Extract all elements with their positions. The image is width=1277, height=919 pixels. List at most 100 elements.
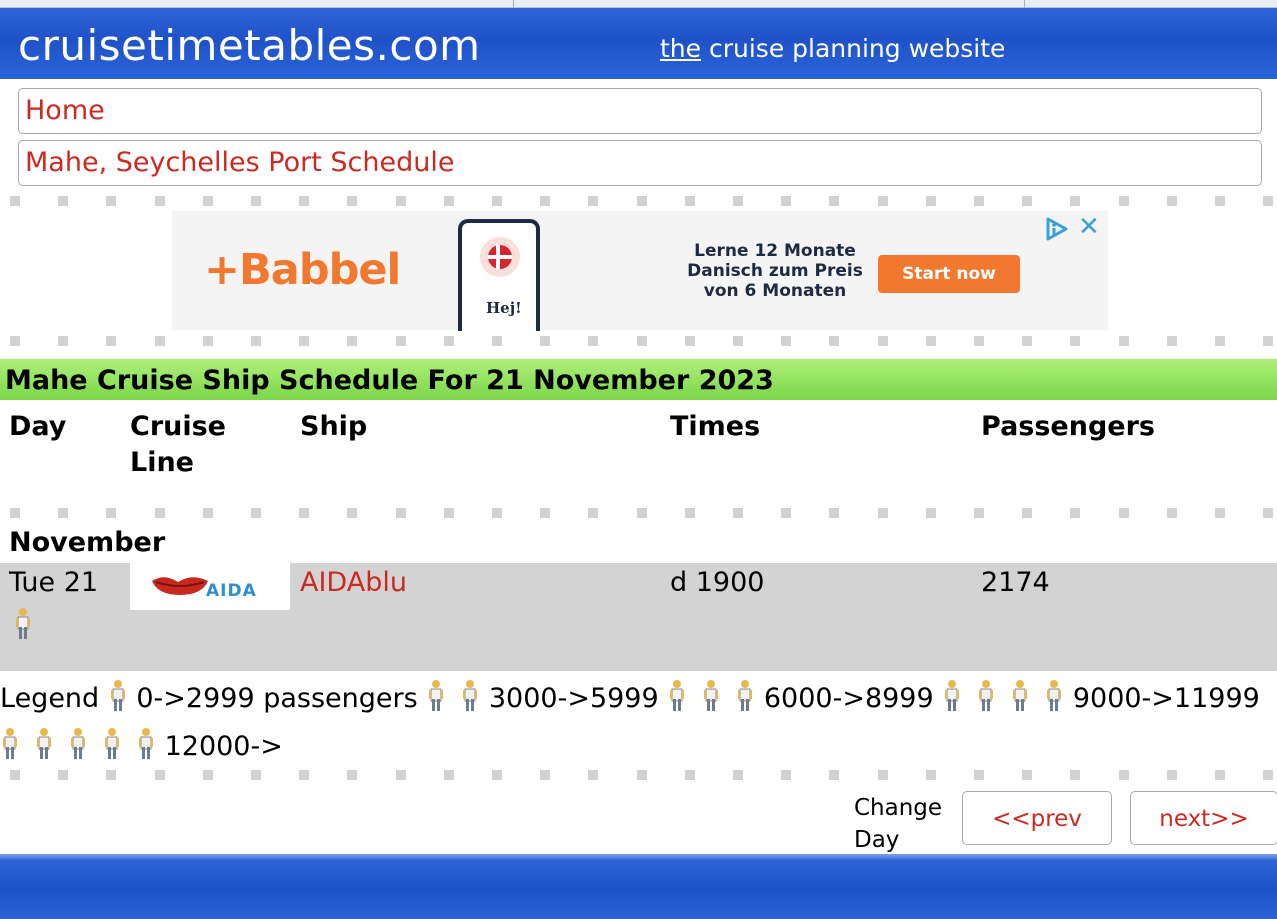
legend-range-4: 9000->11999 bbox=[1072, 683, 1260, 714]
separator-dot bbox=[1263, 336, 1273, 346]
person-icon bbox=[1044, 679, 1064, 713]
next-day-button[interactable]: next>> bbox=[1130, 791, 1277, 845]
ad-start-now-button[interactable]: Start now bbox=[878, 255, 1020, 293]
separator-dot bbox=[974, 196, 984, 206]
change-day-label: Change Day bbox=[854, 795, 943, 853]
separator-dot bbox=[203, 770, 213, 780]
separator-dot bbox=[251, 770, 261, 780]
separator-dot bbox=[155, 336, 165, 346]
separator-dot bbox=[637, 196, 647, 206]
ship-link[interactable]: AIDAblu bbox=[300, 563, 407, 603]
person-icon bbox=[976, 679, 996, 713]
separator-dot bbox=[1022, 770, 1032, 780]
aida-wordmark: AIDA bbox=[206, 581, 257, 601]
ad-headline: Lerne 12 Monate Danisch zum Preis von 6 … bbox=[687, 241, 863, 301]
separator-dot bbox=[878, 196, 888, 206]
separator-dot bbox=[1167, 336, 1177, 346]
dotted-separator bbox=[0, 196, 1277, 208]
legend-range-1: 0->2999 passengers bbox=[136, 683, 418, 714]
separator-dot bbox=[1070, 508, 1080, 518]
separator-dot bbox=[685, 770, 695, 780]
separator-dot bbox=[1167, 508, 1177, 518]
separator-dot bbox=[299, 770, 309, 780]
separator-dot bbox=[1022, 196, 1032, 206]
separator-dot bbox=[203, 336, 213, 346]
person-icon bbox=[136, 727, 156, 761]
separator-dot bbox=[10, 770, 20, 780]
site-header: cruisetimetables.com the cruise planning… bbox=[0, 8, 1277, 79]
cruise-line-logo[interactable]: AIDA bbox=[130, 563, 290, 610]
strip-divider bbox=[1024, 0, 1025, 8]
prev-day-button[interactable]: <<prev bbox=[962, 791, 1112, 845]
separator-dot bbox=[396, 770, 406, 780]
passenger-count-icons bbox=[13, 607, 33, 647]
separator-dot bbox=[492, 336, 502, 346]
schedule-title: Mahe Cruise Ship Schedule For 21 Novembe… bbox=[0, 359, 1277, 400]
separator-dot bbox=[829, 336, 839, 346]
separator-dot bbox=[1263, 770, 1273, 780]
adchoices-icon[interactable] bbox=[1042, 215, 1070, 243]
separator-dot bbox=[1070, 196, 1080, 206]
separator-dot bbox=[10, 336, 20, 346]
column-header-day: Day bbox=[9, 411, 67, 442]
separator-dot bbox=[781, 336, 791, 346]
separator-dot bbox=[203, 508, 213, 518]
separator-dot bbox=[588, 196, 598, 206]
separator-dot bbox=[878, 770, 888, 780]
table-row: Tue 21 AIDA AIDAblu d 1900 2174 bbox=[0, 563, 1277, 671]
separator-dot bbox=[926, 770, 936, 780]
separator-dot bbox=[733, 336, 743, 346]
separator-dot bbox=[540, 336, 550, 346]
separator-dot bbox=[396, 336, 406, 346]
strip-divider bbox=[513, 0, 514, 8]
separator-dot bbox=[251, 508, 261, 518]
separator-dot bbox=[58, 770, 68, 780]
separator-dot bbox=[444, 196, 454, 206]
separator-dot bbox=[1263, 508, 1273, 518]
separator-dot bbox=[974, 770, 984, 780]
site-title[interactable]: cruisetimetables.com bbox=[18, 21, 481, 70]
person-icon bbox=[108, 679, 128, 713]
separator-dot bbox=[685, 336, 695, 346]
separator-dot bbox=[1119, 196, 1129, 206]
separator-dot bbox=[733, 508, 743, 518]
legend-label: Legend bbox=[0, 683, 100, 714]
separator-dot bbox=[1119, 336, 1129, 346]
separator-dot bbox=[781, 770, 791, 780]
separator-dot bbox=[155, 770, 165, 780]
separator-dot bbox=[926, 508, 936, 518]
separator-dot bbox=[1167, 770, 1177, 780]
nav-port-schedule-link[interactable]: Mahe, Seychelles Port Schedule bbox=[18, 140, 1262, 186]
separator-dot bbox=[203, 196, 213, 206]
row-day: Tue 21 bbox=[9, 567, 99, 598]
separator-dot bbox=[588, 336, 598, 346]
separator-dot bbox=[106, 336, 116, 346]
nav-home-link[interactable]: Home bbox=[18, 88, 1262, 134]
passenger-legend: Legend 0->2999 passengers 3000->5999 600… bbox=[0, 675, 1277, 771]
person-icon bbox=[34, 727, 54, 761]
separator-dot bbox=[781, 508, 791, 518]
separator-dot bbox=[1215, 336, 1225, 346]
separator-dot bbox=[347, 508, 357, 518]
advertisement[interactable]: +Babbel Hej! Lerne 12 Monate Danisch zum… bbox=[172, 211, 1108, 331]
separator-dot bbox=[299, 336, 309, 346]
ad-close-icon[interactable]: ✕ bbox=[1078, 213, 1100, 241]
legend-range-5: 12000-> bbox=[164, 731, 283, 762]
separator-dot bbox=[396, 508, 406, 518]
separator-dot bbox=[781, 196, 791, 206]
separator-dot bbox=[1022, 508, 1032, 518]
column-header-ship: Ship bbox=[300, 411, 368, 442]
row-times: d 1900 bbox=[670, 567, 765, 598]
aida-lips-icon bbox=[152, 577, 208, 595]
separator-dot bbox=[588, 770, 598, 780]
separator-dot bbox=[444, 508, 454, 518]
ad-brand-logo[interactable]: +Babbel bbox=[204, 245, 401, 295]
separator-dot bbox=[974, 336, 984, 346]
row-passengers: 2174 bbox=[981, 567, 1050, 598]
separator-dot bbox=[492, 508, 502, 518]
person-icon bbox=[460, 679, 480, 713]
person-icon bbox=[68, 727, 88, 761]
legend-range-3: 6000->8999 bbox=[763, 683, 934, 714]
separator-dot bbox=[829, 196, 839, 206]
person-icon bbox=[1010, 679, 1030, 713]
